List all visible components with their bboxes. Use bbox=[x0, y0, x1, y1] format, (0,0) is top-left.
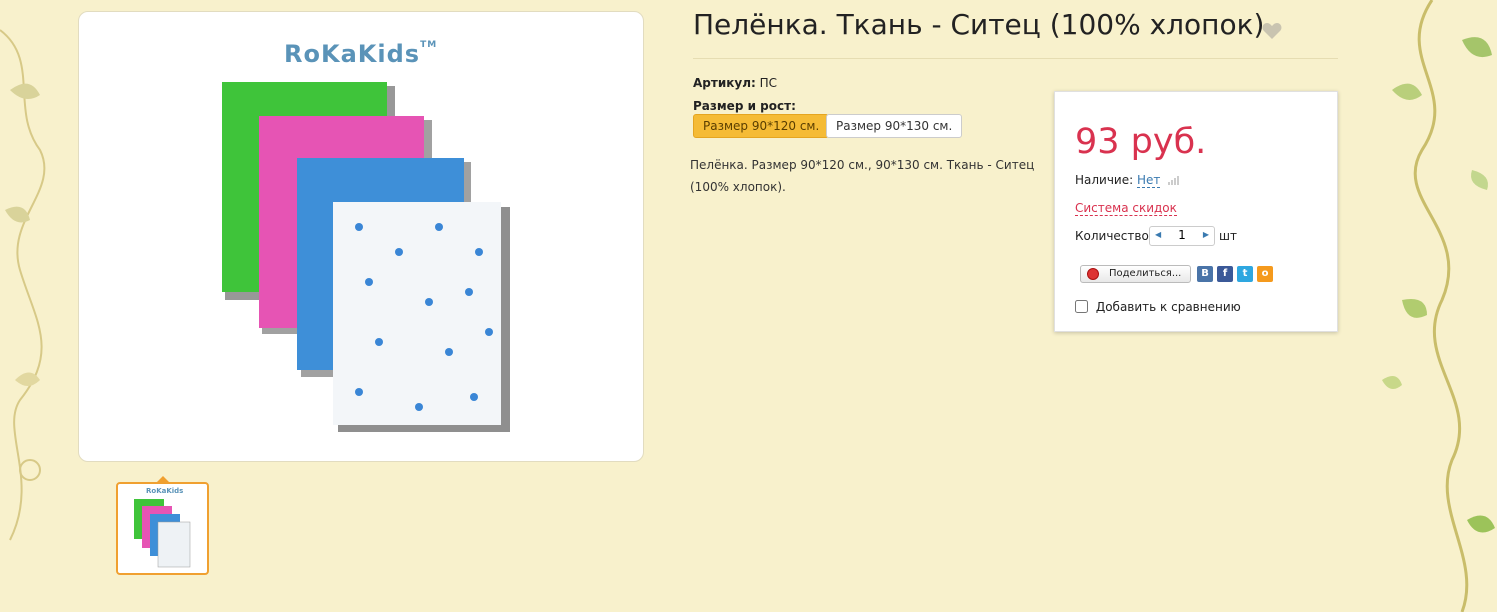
size-option-90x120[interactable]: Размер 90*120 см. bbox=[693, 114, 830, 138]
size-option-90x130[interactable]: Размер 90*130 см. bbox=[826, 114, 963, 138]
quantity-label: Количество: bbox=[1075, 229, 1153, 243]
sku-row: Артикул: ПС bbox=[693, 76, 777, 90]
favorite-heart-icon[interactable] bbox=[1262, 22, 1282, 40]
availability-label: Наличие: bbox=[1075, 173, 1134, 187]
floral-decoration-right bbox=[1382, 0, 1495, 612]
price: 93 руб. bbox=[1075, 122, 1207, 162]
title-divider bbox=[693, 58, 1338, 59]
product-description: Пелёнка. Размер 90*120 см., 90*130 см. Т… bbox=[690, 158, 1035, 194]
quantity-unit: шт bbox=[1219, 229, 1237, 243]
buy-box: 93 руб. Наличие: Нет Система скидок Коли… bbox=[1054, 91, 1338, 332]
increase-quantity-icon[interactable]: ▶ bbox=[1203, 230, 1209, 239]
sku-label: Артикул: bbox=[693, 76, 756, 90]
floral-decoration-left bbox=[0, 29, 46, 541]
facebook-icon[interactable]: f bbox=[1217, 266, 1233, 282]
stock-level-icon bbox=[1168, 174, 1180, 188]
quantity-stepper: ◀ ▶ bbox=[1149, 226, 1215, 246]
availability-row: Наличие: Нет bbox=[1075, 173, 1180, 188]
product-main-image[interactable]: RoKaKidsTM bbox=[78, 11, 644, 462]
compare-checkbox[interactable] bbox=[1075, 300, 1088, 313]
share-icon bbox=[1087, 268, 1099, 280]
compare-row[interactable]: Добавить к сравнению bbox=[1075, 300, 1241, 314]
discount-system-link[interactable]: Система скидок bbox=[1075, 201, 1177, 216]
quantity-input[interactable] bbox=[1168, 228, 1196, 242]
product-title: Пелёнка. Ткань - Ситец (100% хлопок). bbox=[693, 8, 1274, 41]
decrease-quantity-icon[interactable]: ◀ bbox=[1155, 230, 1161, 239]
odnoklassniki-icon[interactable]: o bbox=[1257, 266, 1273, 282]
twitter-icon[interactable]: t bbox=[1237, 266, 1253, 282]
size-label: Размер и рост: bbox=[693, 99, 796, 113]
thumbnail-illustration bbox=[134, 499, 191, 568]
sku-value: ПС bbox=[759, 76, 778, 90]
share-button[interactable]: Поделиться... bbox=[1080, 265, 1191, 283]
share-label: Поделиться... bbox=[1109, 268, 1182, 279]
diapers-illustration bbox=[222, 82, 510, 432]
vkontakte-icon[interactable]: B bbox=[1197, 266, 1213, 282]
compare-label: Добавить к сравнению bbox=[1095, 300, 1241, 314]
product-thumbnail[interactable]: RoKaKids bbox=[116, 482, 209, 575]
availability-link[interactable]: Нет bbox=[1137, 173, 1161, 188]
